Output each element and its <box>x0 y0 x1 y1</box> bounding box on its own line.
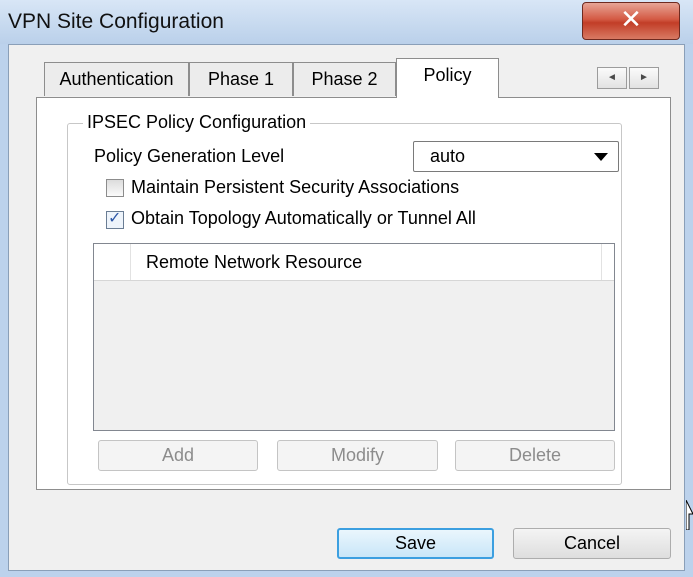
close-icon: ✕ <box>620 5 642 35</box>
tab-scroll-left-button[interactable]: ◄ <box>597 67 627 89</box>
chevron-right-icon: ► <box>639 72 649 83</box>
obtain-topology-label: Obtain Topology Automatically or Tunnel … <box>131 208 476 228</box>
group-title: IPSEC Policy Configuration <box>83 112 311 133</box>
add-button[interactable]: Add <box>98 440 258 471</box>
list-header: Remote Network Resource <box>94 244 614 281</box>
tab-authentication[interactable]: Authentication <box>44 62 189 96</box>
tab-label: Policy <box>423 65 472 85</box>
selected-value: auto <box>430 146 466 166</box>
tab-phase-2[interactable]: Phase 2 <box>293 62 396 96</box>
persistent-sa-checkbox[interactable] <box>106 179 124 197</box>
tab-policy[interactable]: Policy <box>396 58 499 98</box>
policy-generation-level-label: Policy Generation Level <box>94 146 285 166</box>
title-bar[interactable]: VPN Site Configuration ✕ <box>0 0 693 44</box>
policy-generation-level-select[interactable]: auto <box>413 141 619 172</box>
tab-label: Phase 2 <box>311 69 378 89</box>
close-button[interactable]: ✕ <box>582 2 680 40</box>
vpn-site-configuration-window: VPN Site Configuration ✕ Authentication … <box>0 0 693 577</box>
obtain-topology-checkbox[interactable]: ✓ <box>106 208 124 229</box>
tab-scroll-right-button[interactable]: ► <box>629 67 659 89</box>
delete-button[interactable]: Delete <box>455 440 615 471</box>
chevron-down-icon <box>594 153 608 161</box>
tab-label: Authentication <box>59 69 174 89</box>
tab-label: Phase 1 <box>207 69 275 89</box>
save-button[interactable]: Save <box>337 528 494 559</box>
tab-phase-1[interactable]: Phase 1 <box>189 62 293 96</box>
window-title: VPN Site Configuration <box>8 10 224 33</box>
modify-button[interactable]: Modify <box>277 440 438 471</box>
mouse-cursor-icon <box>686 500 693 530</box>
column-divider <box>601 244 602 280</box>
remote-network-resource-list[interactable]: Remote Network Resource <box>93 243 615 431</box>
column-header-remote-network-resource[interactable]: Remote Network Resource <box>146 252 362 273</box>
tab-scroll-buttons: ◄ ► <box>597 67 667 89</box>
chevron-left-icon: ◄ <box>607 72 617 83</box>
persistent-sa-label: Maintain Persistent Security Association… <box>131 177 460 197</box>
checkmark-icon: ✓ <box>108 208 122 227</box>
column-divider <box>130 244 131 280</box>
cancel-button[interactable]: Cancel <box>513 528 671 559</box>
